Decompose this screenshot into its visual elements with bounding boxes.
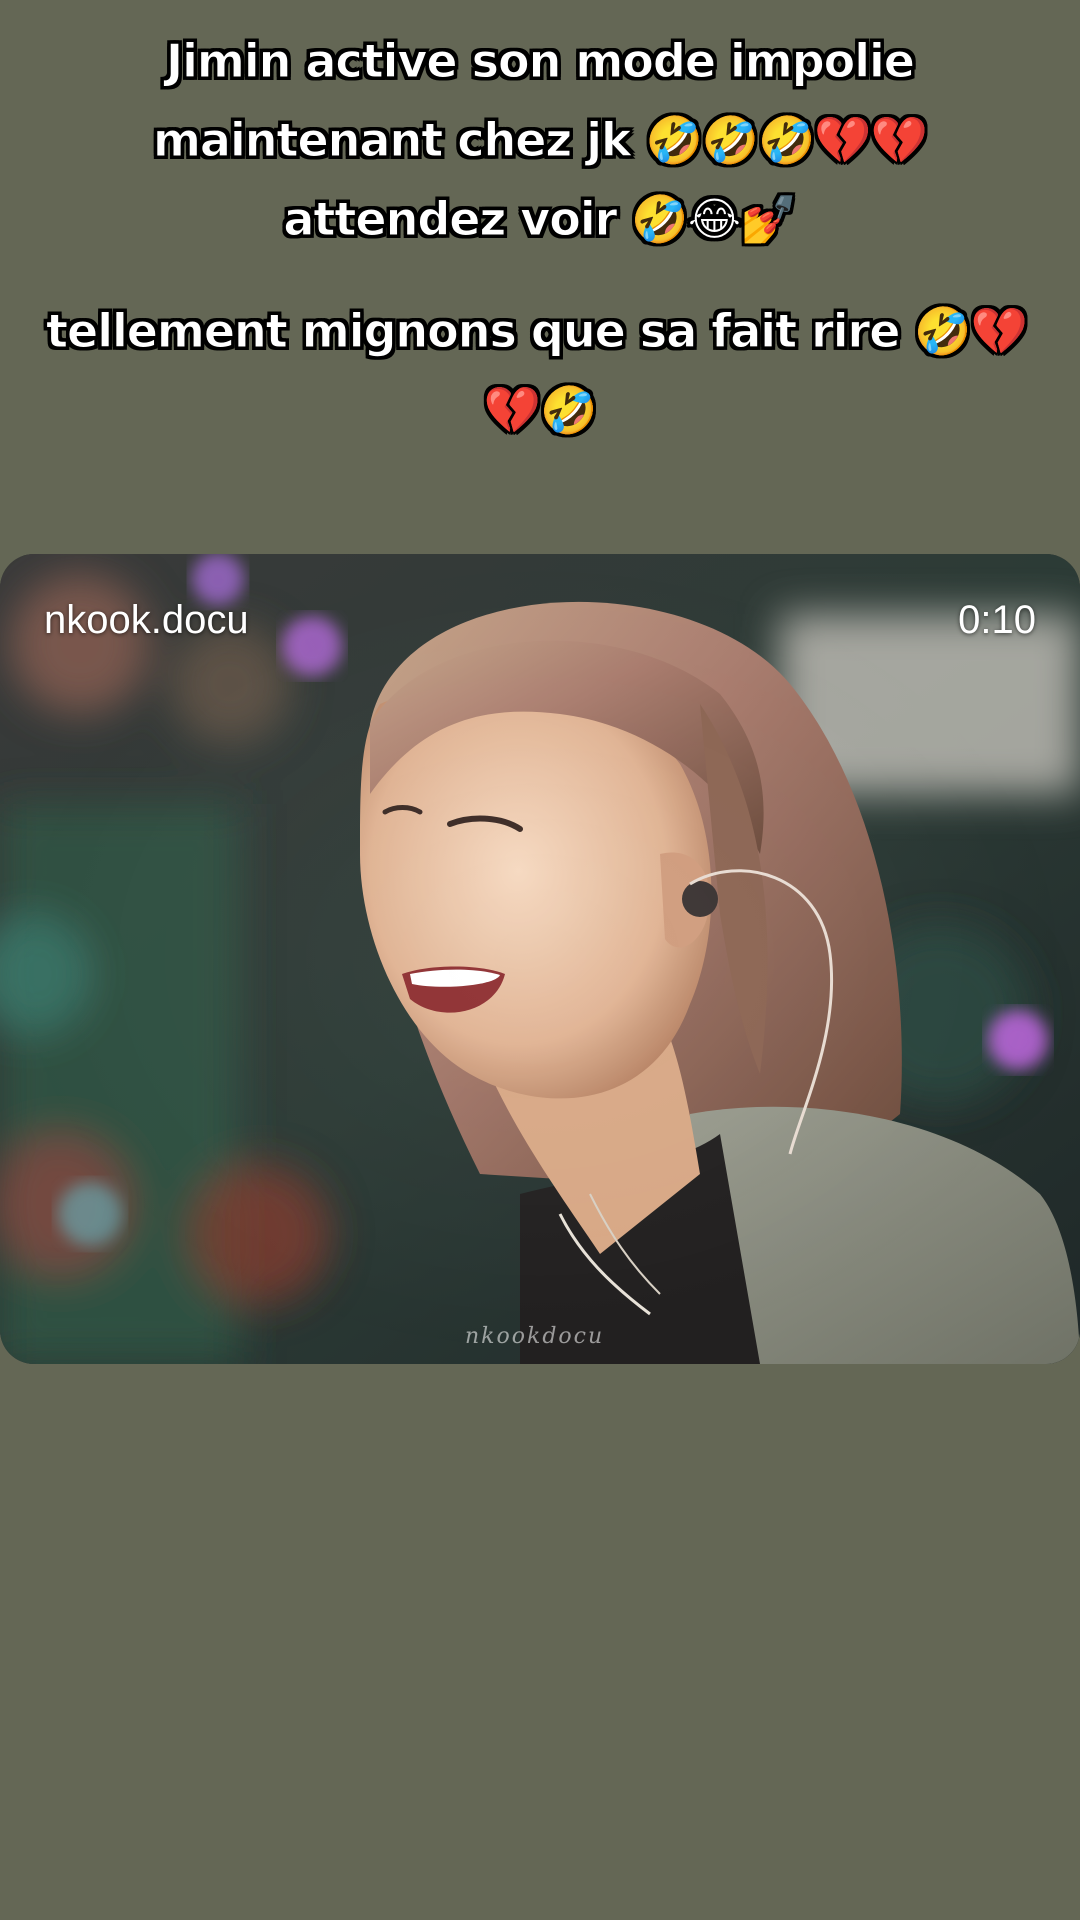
caption-top: Jimin active son mode impolie maintenant… <box>0 22 1080 259</box>
video-thumbnail <box>0 554 1080 1364</box>
caption-line-1: Jimin active son mode impolie <box>166 34 916 89</box>
caption-secondary-line-1: tellement mignons que sa fait rire 🤣💔 <box>46 304 1029 359</box>
watermark: nkookdocu <box>465 1324 605 1349</box>
channel-name[interactable]: nkook.docu <box>44 598 249 643</box>
caption-line-2: maintenant chez jk 🤣🤣🤣💔💔 <box>153 113 929 168</box>
caption-secondary-line-2: 💔🤣 <box>483 383 598 438</box>
caption-secondary: tellement mignons que sa fait rire 🤣💔 💔🤣 <box>0 292 1080 450</box>
caption-line-3: attendez voir 🤣😂💅 <box>283 192 798 247</box>
video-duration: 0:10 <box>958 598 1036 642</box>
embedded-video-player[interactable]: nkook.docu 0:10 nkookdocu <box>0 554 1080 1364</box>
